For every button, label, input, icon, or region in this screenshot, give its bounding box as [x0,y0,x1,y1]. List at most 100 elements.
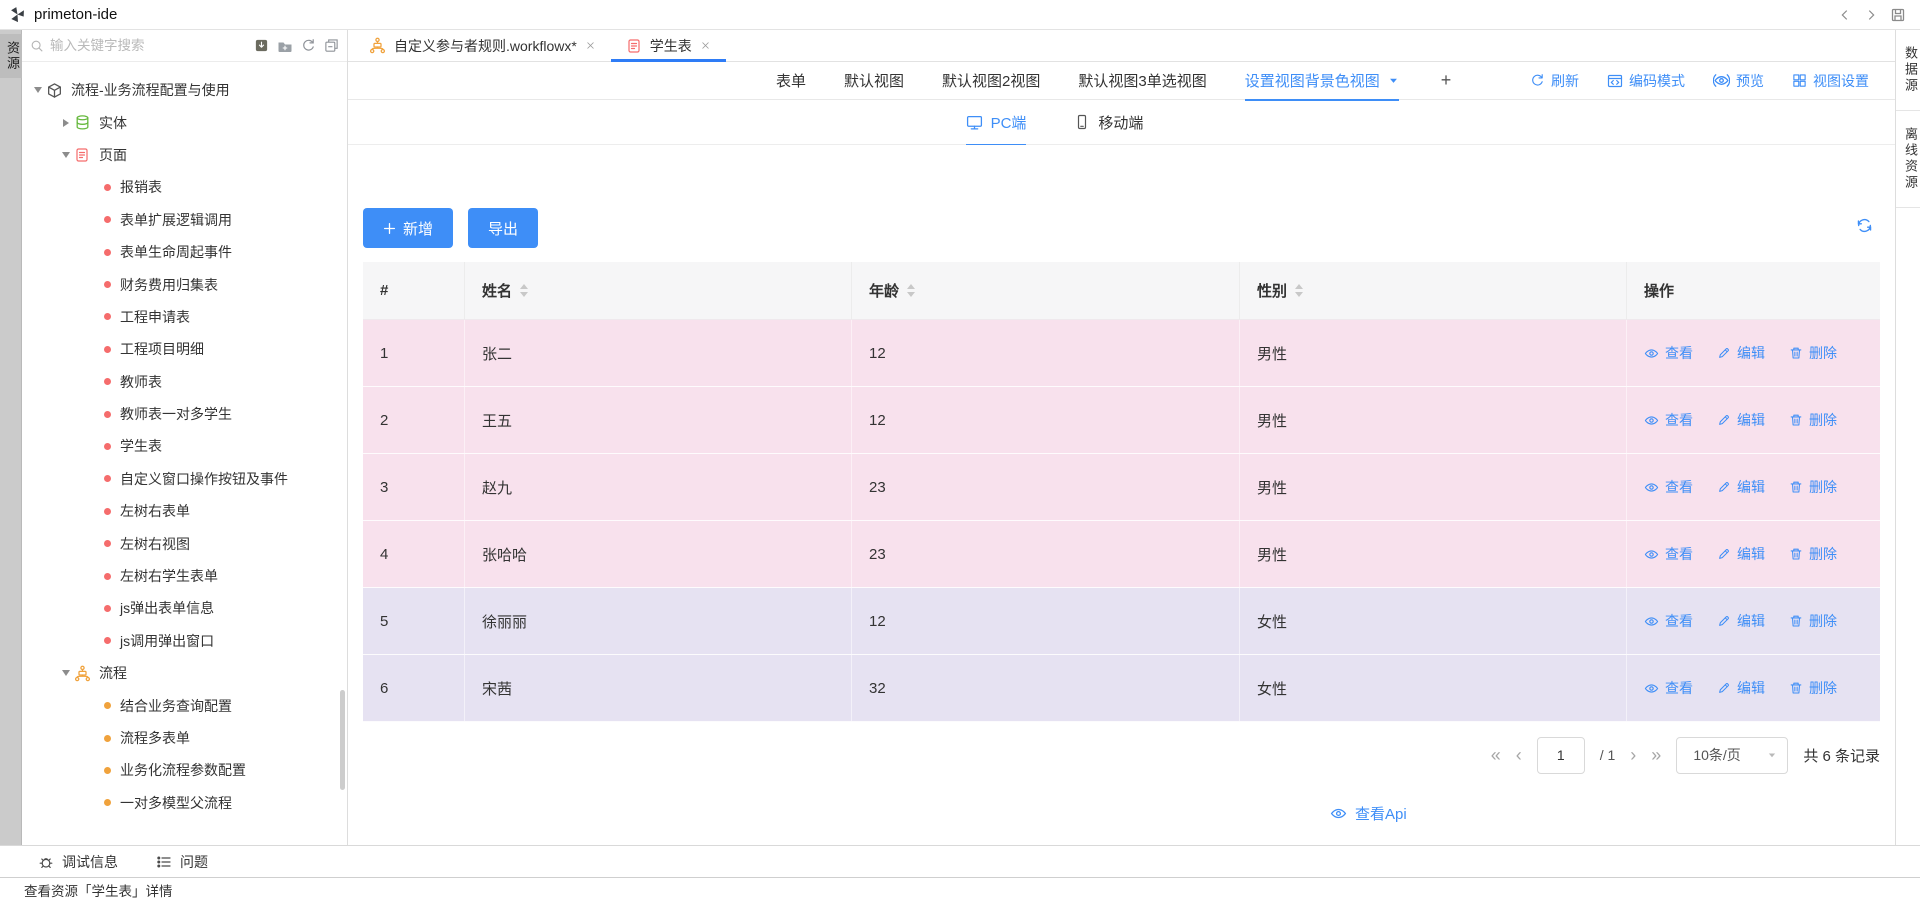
export-button[interactable]: 导出 [468,208,538,248]
view-settings-button[interactable]: 视图设置 [1792,71,1869,91]
删除-button[interactable]: 删除 [1789,544,1837,564]
pagination-prev-button[interactable]: ‹ [1516,746,1522,764]
查看-button[interactable]: 查看 [1644,611,1693,631]
sort-asc-icon[interactable] [907,284,915,289]
import-icon[interactable] [254,38,269,53]
tree-item-流程多表单[interactable]: 流程多表单 [22,722,347,754]
preview-button[interactable]: 预览 [1713,71,1764,91]
save-icon[interactable] [1890,7,1906,23]
tree-item-左树右表单[interactable]: 左树右表单 [22,495,347,527]
tree-item-工程申请表[interactable]: 工程申请表 [22,301,347,333]
tree-item-label: 报销表 [120,177,162,197]
删除-button[interactable]: 删除 [1789,477,1837,497]
编辑-button[interactable]: 编辑 [1717,477,1765,497]
sort-desc-icon[interactable] [520,292,528,297]
sort-icons[interactable] [907,284,915,297]
tree-item-教师表[interactable]: 教师表 [22,366,347,398]
pagination-first-button[interactable]: « [1491,746,1501,764]
add-view-button[interactable]: + [1441,70,1452,91]
device-tab-PC端[interactable]: PC端 [966,100,1027,145]
tree-item-流程[interactable]: 流程 [22,657,347,689]
expander-down-icon[interactable] [58,670,74,676]
tree-item-一对多模型父流程[interactable]: 一对多模型父流程 [22,787,347,819]
tree-item-页面[interactable]: 页面 [22,139,347,171]
tree-item-表单生命周起事件[interactable]: 表单生命周起事件 [22,236,347,268]
trash-icon [1789,480,1803,494]
tree-item-流程-业务流程配置与使用[interactable]: 流程-业务流程配置与使用 [22,74,347,106]
sidebar-scrollbar[interactable] [340,690,345,790]
chevron-down-icon[interactable] [1388,75,1399,86]
查看-button[interactable]: 查看 [1644,544,1693,564]
sort-desc-icon[interactable] [907,292,915,297]
tree-item-js弹出表单信息[interactable]: js弹出表单信息 [22,592,347,624]
tree-item-表单扩展逻辑调用[interactable]: 表单扩展逻辑调用 [22,204,347,236]
editor-tab-学生表[interactable]: 学生表 [611,30,726,61]
view-tab-默认视图2视图[interactable]: 默认视图2视图 [942,62,1040,100]
right-tab-offline-resources[interactable]: 离线资源 [1896,111,1920,208]
tree-item-js调用弹出窗口[interactable]: js调用弹出窗口 [22,625,347,657]
view-tab-设置视图背景色视图[interactable]: 设置视图背景色视图 [1245,62,1399,100]
编辑-button[interactable]: 编辑 [1717,343,1765,363]
search-input[interactable] [50,38,248,53]
tree-item-教师表一对多学生[interactable]: 教师表一对多学生 [22,398,347,430]
pagination-next-button[interactable]: › [1630,746,1636,764]
删除-button[interactable]: 删除 [1789,678,1837,698]
expander-right-icon[interactable] [58,119,74,127]
tree-item-结合业务查询配置[interactable]: 结合业务查询配置 [22,689,347,721]
problems-button[interactable]: 问题 [156,852,208,872]
refresh-icon[interactable] [301,38,316,53]
cell-actions: 查看 编辑 删除 [1627,320,1880,386]
view-tab-表单[interactable]: 表单 [776,62,806,100]
tree-item-实体[interactable]: 实体 [22,106,347,138]
编辑-button[interactable]: 编辑 [1717,611,1765,631]
pagination-last-button[interactable]: » [1651,746,1661,764]
view-api-link[interactable]: 查看Api [1330,803,1407,824]
查看-button[interactable]: 查看 [1644,678,1693,698]
collapse-all-icon[interactable] [324,38,339,53]
编辑-button[interactable]: 编辑 [1717,410,1765,430]
right-tab-datasource[interactable]: 数据源 [1896,30,1920,111]
tree-item-财务费用归集表[interactable]: 财务费用归集表 [22,268,347,300]
查看-button[interactable]: 查看 [1644,410,1693,430]
expander-down-icon[interactable] [30,87,46,93]
tree-item-左树右视图[interactable]: 左树右视图 [22,527,347,559]
tree-item-业务化流程参数配置[interactable]: 业务化流程参数配置 [22,754,347,786]
tree-item-工程项目明细[interactable]: 工程项目明细 [22,333,347,365]
add-folder-icon[interactable] [277,38,293,54]
sort-asc-icon[interactable] [520,284,528,289]
view-action-label: 编码模式 [1629,71,1685,91]
sort-icons[interactable] [1295,284,1303,297]
sort-asc-icon[interactable] [1295,284,1303,289]
debug-info-button[interactable]: 调试信息 [38,852,118,872]
pagination-page-input[interactable]: 1 [1537,737,1585,774]
code-mode-button[interactable]: 编码模式 [1607,71,1685,91]
left-tab-resources[interactable]: 资源 [0,34,22,78]
page-size-select[interactable]: 10条/页 [1676,737,1788,774]
editor-tab-自定义参与者规则.workflowx*[interactable]: 自定义参与者规则.workflowx* [354,30,611,61]
close-icon[interactable] [700,40,711,51]
sort-desc-icon[interactable] [1295,292,1303,297]
编辑-button[interactable]: 编辑 [1717,678,1765,698]
删除-button[interactable]: 删除 [1789,611,1837,631]
删除-button[interactable]: 删除 [1789,410,1837,430]
close-icon[interactable] [585,40,596,51]
view-tab-默认视图[interactable]: 默认视图 [844,62,904,100]
nav-back-icon[interactable] [1838,8,1852,22]
删除-button[interactable]: 删除 [1789,343,1837,363]
refresh-view-button[interactable]: 刷新 [1530,71,1579,91]
view-tab-默认视图3单选视图[interactable]: 默认视图3单选视图 [1078,62,1206,100]
nav-forward-icon[interactable] [1864,8,1878,22]
dot-red-icon [104,573,111,580]
add-button[interactable]: 新增 [363,208,453,248]
编辑-button[interactable]: 编辑 [1717,544,1765,564]
expander-down-icon[interactable] [58,152,74,158]
tree-item-左树右学生表单[interactable]: 左树右学生表单 [22,560,347,592]
查看-button[interactable]: 查看 [1644,343,1693,363]
table-refresh-icon[interactable] [1856,217,1873,234]
tree-item-自定义窗口操作按钮及事件[interactable]: 自定义窗口操作按钮及事件 [22,463,347,495]
tree-item-报销表[interactable]: 报销表 [22,171,347,203]
tree-item-学生表[interactable]: 学生表 [22,430,347,462]
查看-button[interactable]: 查看 [1644,477,1693,497]
sort-icons[interactable] [520,284,528,297]
device-tab-移动端[interactable]: 移动端 [1074,100,1143,145]
